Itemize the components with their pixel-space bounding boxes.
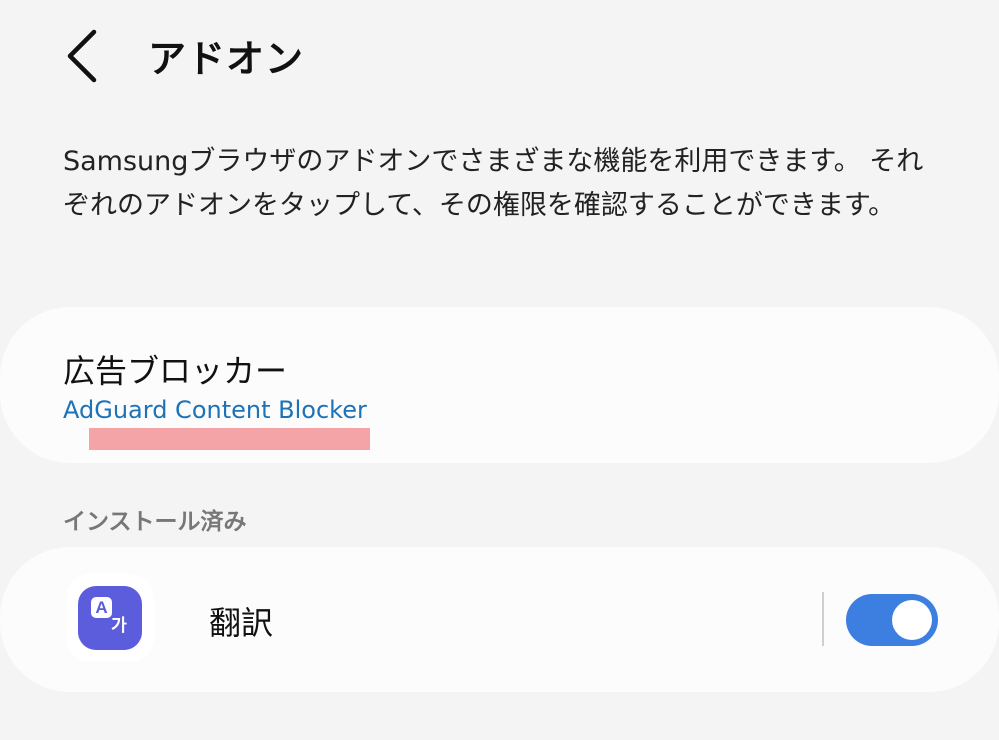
- highlight-mark: [89, 428, 370, 450]
- page-title: アドオン: [148, 37, 305, 81]
- addons-description: Samsungブラウザのアドオンでさまざまな機能を利用できます。 それぞれのアド…: [63, 146, 924, 221]
- ad-blocker-title: 広告ブロッカー: [63, 352, 288, 390]
- chevron-left-icon: [67, 29, 97, 83]
- back-button[interactable]: [60, 26, 112, 86]
- toggle-knob: [892, 600, 932, 640]
- toggle-divider: [822, 592, 824, 646]
- app-header: アドオン: [0, 0, 999, 110]
- installed-section-label: インストール済み: [63, 509, 247, 535]
- ad-blocker-subtitle: AdGuard Content Blocker: [63, 396, 367, 424]
- translate-toggle[interactable]: [846, 594, 938, 646]
- translate-addon-name[interactable]: 翻訳: [209, 598, 273, 644]
- translate-icon: A 가: [78, 586, 142, 650]
- translate-icon-letter-korean: 가: [111, 616, 127, 636]
